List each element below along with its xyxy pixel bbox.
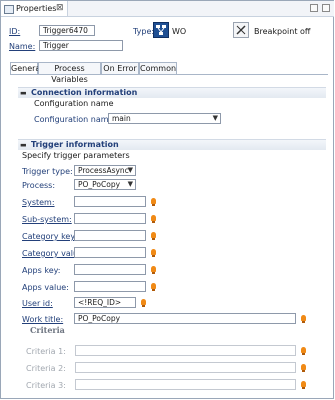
- type-value: WO: [172, 27, 187, 36]
- process-label: Process:: [22, 181, 56, 190]
- connection-header[interactable]: ▬ Connection information: [18, 87, 326, 98]
- trigger-type-select[interactable]: ProcessAsync ▼: [74, 165, 136, 176]
- apps-value-field[interactable]: [74, 281, 146, 292]
- chevron-down-icon: ▼: [127, 166, 133, 174]
- system-field[interactable]: [74, 196, 146, 207]
- config-name-label: Configuration name:: [34, 115, 117, 124]
- expression-bulb-icon[interactable]: [301, 381, 306, 389]
- tab-on-error[interactable]: On Error: [101, 62, 139, 74]
- maximize-button[interactable]: [322, 4, 330, 12]
- expression-bulb-icon[interactable]: [151, 283, 156, 291]
- apps-value-label: Apps value:: [22, 283, 69, 292]
- id-label: ID:: [9, 27, 21, 36]
- expression-bulb-icon[interactable]: [151, 232, 156, 240]
- process-select[interactable]: PO_PoCopy ▼: [74, 179, 136, 190]
- panel-titlebar: Properties ⊠: [1, 1, 334, 17]
- connection-title: Connection information: [31, 88, 138, 97]
- criteria-1-label: Criteria 1:: [26, 347, 66, 356]
- criteria-3-field[interactable]: [75, 379, 296, 390]
- properties-tab-label: Properties: [16, 4, 57, 13]
- chevron-down-icon: ▼: [127, 180, 133, 188]
- apps-key-field[interactable]: [74, 264, 146, 275]
- config-name-select[interactable]: main ▼: [108, 113, 221, 124]
- trigger-type-value: ProcessAsync: [78, 166, 129, 175]
- connection-section: ▬ Connection information Configuration n…: [18, 87, 326, 129]
- trigger-title: Trigger information: [31, 140, 119, 149]
- subsystem-field[interactable]: [74, 213, 146, 224]
- expression-bulb-icon[interactable]: [151, 266, 156, 274]
- properties-icon: [4, 5, 14, 14]
- subsystem-label: Sub-system:: [22, 215, 72, 224]
- tab-common[interactable]: Common: [139, 62, 177, 74]
- expression-bulb-icon[interactable]: [301, 315, 306, 323]
- user-id-label: User id:: [22, 299, 53, 308]
- criteria-3-label: Criteria 3:: [26, 381, 66, 390]
- trigger-type-label: Trigger type:: [22, 167, 73, 176]
- minimize-button[interactable]: [310, 4, 318, 12]
- properties-tab[interactable]: Properties ⊠: [1, 1, 68, 16]
- config-name-value: main: [112, 114, 131, 123]
- connection-subtitle: Configuration name: [34, 99, 114, 108]
- expression-bulb-icon[interactable]: [301, 347, 306, 355]
- breakpoint-button[interactable]: [233, 22, 249, 38]
- system-label: System:: [22, 198, 55, 207]
- expression-bulb-icon[interactable]: [151, 215, 156, 223]
- chevron-down-icon: ▼: [212, 114, 218, 122]
- trigger-section: ▬ Trigger information Specify trigger pa…: [18, 139, 326, 324]
- tab-divider: [10, 74, 328, 75]
- collapse-icon: ▬: [20, 141, 27, 149]
- expression-bulb-icon[interactable]: [301, 364, 306, 372]
- type-label: Type:: [133, 27, 155, 36]
- criteria-1-field[interactable]: [75, 345, 296, 356]
- category-key-label: Category key:: [22, 232, 78, 241]
- expression-bulb-icon[interactable]: [151, 198, 156, 206]
- workobject-icon: [153, 22, 169, 38]
- criteria-title: Criteria: [30, 325, 65, 335]
- collapse-icon: ▬: [20, 89, 27, 97]
- close-icon[interactable]: ⊠: [56, 3, 64, 13]
- tab-process-variables[interactable]: Process Variables: [38, 62, 101, 84]
- name-label: Name:: [9, 42, 36, 51]
- expression-bulb-icon[interactable]: [141, 299, 146, 307]
- work-title-field[interactable]: PO_PoCopy: [74, 313, 296, 324]
- user-id-field[interactable]: <!REQ_ID>: [74, 297, 136, 308]
- category-value-field[interactable]: [74, 247, 146, 258]
- trigger-header[interactable]: ▬ Trigger information: [18, 139, 326, 150]
- apps-key-label: Apps key:: [22, 266, 61, 275]
- breakpoint-label: Breakpoint off: [254, 27, 311, 36]
- trigger-subtitle: Specify trigger parameters: [22, 151, 130, 160]
- breakpoint-icon: [236, 25, 246, 35]
- criteria-2-field[interactable]: [75, 362, 296, 373]
- name-field[interactable]: Trigger: [39, 40, 123, 51]
- work-title-label: Work title:: [22, 315, 64, 324]
- expression-bulb-icon[interactable]: [151, 249, 156, 257]
- id-field[interactable]: Trigger6470: [39, 25, 95, 36]
- category-key-field[interactable]: [74, 230, 146, 241]
- properties-panel: Properties ⊠ ID: Trigger6470 Type: WO Br…: [0, 0, 334, 399]
- criteria-2-label: Criteria 2:: [26, 364, 66, 373]
- process-value: PO_PoCopy: [78, 180, 121, 189]
